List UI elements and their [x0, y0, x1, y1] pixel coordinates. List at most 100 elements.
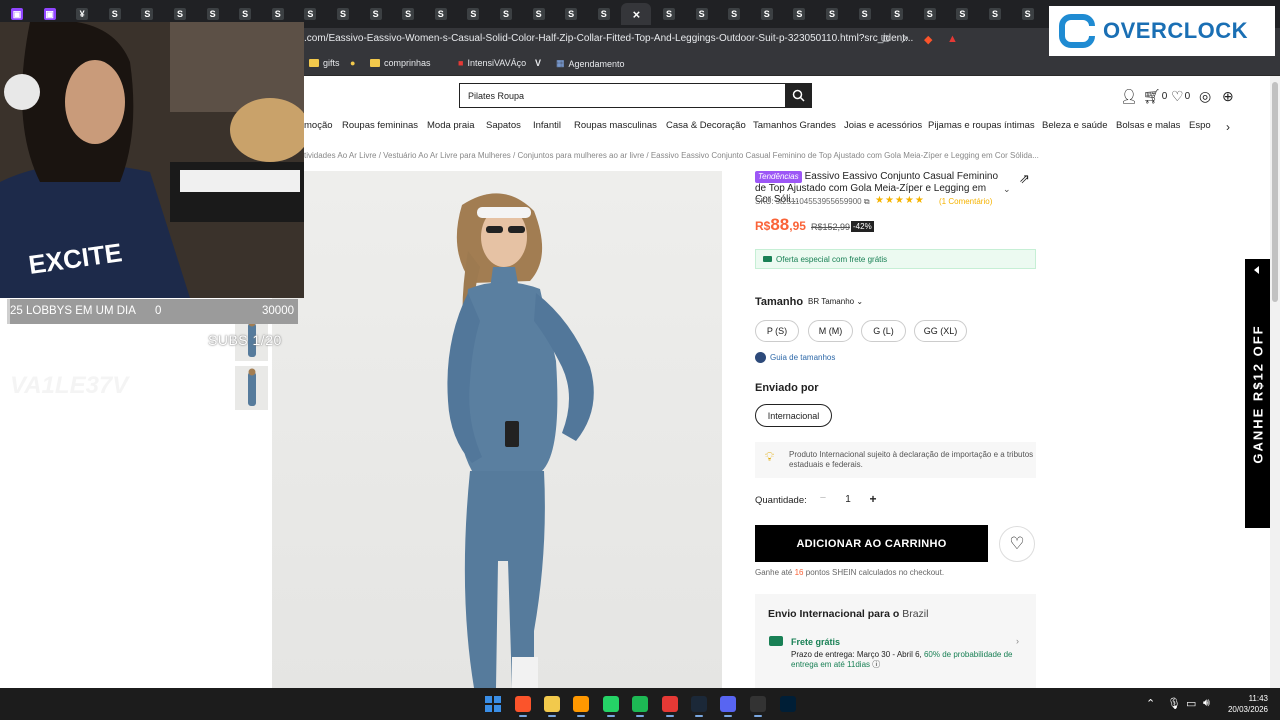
browser-tab[interactable]: S — [328, 3, 358, 25]
display-icon[interactable]: ▭ — [1186, 697, 1196, 710]
browser-tab[interactable]: S — [687, 3, 717, 25]
reviews-link[interactable]: (1 Comentário) — [939, 197, 992, 206]
nav-item[interactable]: Espo — [1189, 120, 1211, 131]
browser-tab[interactable]: S — [458, 3, 488, 25]
obs-icon[interactable] — [750, 696, 766, 712]
browser-tab[interactable]: S — [1013, 3, 1043, 25]
bookmark-dot[interactable]: ● — [350, 58, 355, 68]
bookmark-intensivavaco[interactable]: ■ IntensiVAVÁço — [458, 58, 526, 68]
discord-icon[interactable] — [720, 696, 736, 712]
browser-tab[interactable]: S — [524, 3, 554, 25]
nav-item[interactable]: Casa & Decoração — [666, 120, 746, 131]
nav-item[interactable]: Roupas femininas — [342, 120, 418, 131]
add-to-cart-button[interactable]: ADICIONAR AO CARRINHO — [755, 525, 988, 562]
tray-overflow-icon[interactable]: ⌃ — [1146, 697, 1155, 710]
promo-side-banner[interactable]: GANHE R$12 OFF — [1245, 259, 1271, 528]
browser-tab[interactable]: S — [947, 3, 977, 25]
nav-item[interactable]: moção — [304, 120, 333, 131]
browser-tab[interactable]: S — [556, 3, 586, 25]
file-explorer-icon[interactable] — [544, 696, 560, 712]
microphone-icon[interactable]: 🎙︎ — [1167, 697, 1181, 710]
size-option-p[interactable]: P (S) — [755, 320, 799, 342]
info-icon[interactable]: ⓘ — [872, 660, 880, 669]
bookmark-comprinhas[interactable]: comprinhas — [370, 58, 431, 68]
size-option-gg[interactable]: GG (XL) — [914, 320, 967, 342]
copy-icon[interactable]: ⧉ — [864, 197, 870, 206]
search-button[interactable] — [785, 83, 812, 108]
size-guide-link[interactable]: Guia de tamanhos — [755, 352, 835, 363]
browser-tab[interactable]: S — [589, 3, 619, 25]
nav-item[interactable]: Joias e acessórios — [844, 120, 922, 131]
taskbar-clock[interactable]: 11:43 20/03/2026 — [1222, 693, 1268, 715]
brave-shield-icon[interactable]: ◆ — [924, 33, 932, 46]
browser-tab[interactable]: S — [882, 3, 912, 25]
chevron-down-icon[interactable]: ⌄ — [1003, 184, 1011, 195]
nav-item[interactable]: Beleza e saúde — [1042, 120, 1108, 131]
size-option-m[interactable]: M (M) — [808, 320, 853, 342]
add-to-wishlist-button[interactable]: ♡ — [999, 526, 1035, 562]
whatsapp-icon[interactable] — [603, 696, 619, 712]
browser-tab[interactable]: S — [817, 3, 847, 25]
nav-item[interactable]: Infantil — [533, 120, 561, 131]
ship-option-international[interactable]: Internacional — [755, 404, 832, 427]
steam-icon[interactable] — [691, 696, 707, 712]
browser-tab[interactable]: S — [393, 3, 423, 25]
wishlist-button[interactable]: ♡ 0 — [1171, 88, 1190, 105]
browser-tab[interactable]: S — [361, 3, 391, 25]
cart-button[interactable]: 🛒︎ 0 — [1143, 88, 1167, 105]
page-scrollbar[interactable] — [1270, 76, 1280, 688]
sublime-text-icon[interactable] — [573, 696, 589, 712]
browser-tab[interactable]: S — [784, 3, 814, 25]
quantity-value[interactable]: 1 — [840, 494, 856, 505]
s-icon: S — [695, 8, 708, 20]
search-box[interactable] — [459, 83, 812, 108]
bookmark-agendamento[interactable]: ▦ Agendamento — [556, 58, 625, 69]
thumbnail-image[interactable] — [235, 366, 268, 410]
brave-browser-icon[interactable] — [515, 696, 531, 712]
tab-favicon: ¥ — [76, 8, 89, 20]
rewards-icon[interactable]: ▲ — [947, 33, 958, 45]
photoshop-icon[interactable] — [780, 696, 796, 712]
share-icon[interactable]: ↗ — [900, 33, 909, 46]
nav-item[interactable]: Roupas masculinas — [574, 120, 657, 131]
nav-item[interactable]: Moda praia — [427, 120, 475, 131]
free-shipping-label[interactable]: Frete grátis — [791, 637, 840, 647]
browser-tab[interactable]: S — [426, 3, 456, 25]
address-bar[interactable]: .com/Eassivo-Eassivo-Women-s-Casual-Soli… — [304, 33, 913, 44]
view-site-info-icon[interactable]: ⧉ — [881, 33, 889, 46]
language-button[interactable]: ⊕ — [1222, 88, 1234, 105]
browser-tab[interactable]: S — [752, 3, 782, 25]
browser-tab[interactable]: S — [491, 3, 521, 25]
quantity-increase-button[interactable]: + — [865, 492, 881, 508]
nav-item[interactable]: Tamanhos Grandes — [753, 120, 836, 131]
browser-tab[interactable]: S — [980, 3, 1010, 25]
size-region-select[interactable]: BR Tamanho ⌄ — [808, 297, 863, 306]
bookmark-gifts[interactable]: gifts — [309, 58, 340, 68]
breadcrumb[interactable]: tividades Ao Ar Livre / Vestuário Ao Ar … — [304, 151, 1039, 160]
product-main-image[interactable] — [272, 171, 722, 688]
s-icon: S — [402, 8, 415, 20]
windows-start-icon[interactable] — [485, 696, 501, 712]
spotify-icon[interactable] — [632, 696, 648, 712]
chevron-right-icon[interactable]: › — [1016, 636, 1019, 646]
app-red-icon[interactable] — [662, 696, 678, 712]
browser-tab[interactable]: S — [654, 3, 684, 25]
account-button[interactable]: 👤︎ — [1120, 88, 1138, 105]
browser-tab[interactable]: S — [915, 3, 945, 25]
nav-item[interactable]: Pijamas e roupas íntimas — [928, 120, 1035, 131]
bookmark-v[interactable]: V — [535, 58, 541, 68]
nav-next-arrow-icon[interactable]: › — [1226, 120, 1230, 134]
browser-tab[interactable]: S — [719, 3, 749, 25]
trending-badge[interactable]: Tendências — [755, 171, 802, 183]
search-input[interactable] — [460, 84, 786, 107]
size-option-g[interactable]: G (L) — [861, 320, 906, 342]
support-button[interactable]: ◎ — [1199, 88, 1211, 105]
nav-item[interactable]: Bolsas e malas — [1116, 120, 1180, 131]
share-external-icon[interactable]: ⇗ — [1019, 171, 1030, 187]
browser-tab[interactable]: × — [621, 3, 652, 25]
volume-icon[interactable]: 🔊︎ — [1203, 697, 1210, 710]
folder-icon — [309, 59, 319, 67]
browser-tab[interactable]: S — [850, 3, 880, 25]
nav-item[interactable]: Sapatos — [486, 120, 521, 131]
quantity-decrease-button[interactable]: − — [815, 492, 831, 508]
